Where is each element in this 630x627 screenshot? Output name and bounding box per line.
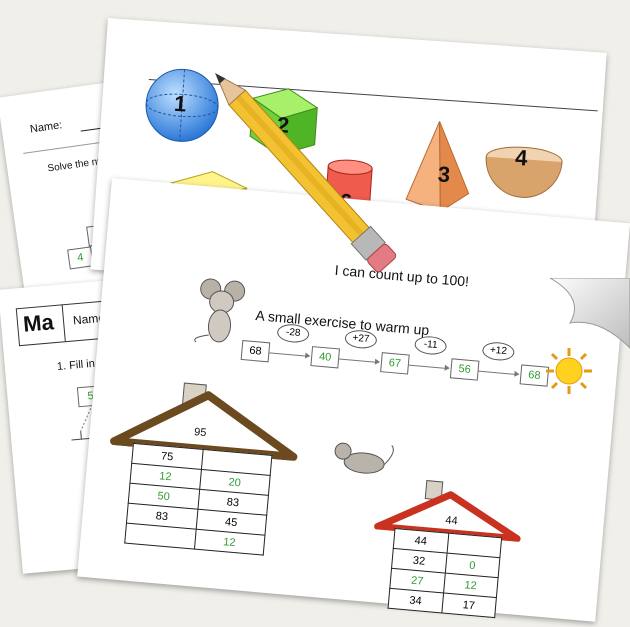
house-cell: 34 [388,588,443,613]
shape-number: 2 [276,112,290,139]
house-cell: 17 [441,593,496,618]
chain-result: 40 [310,346,340,368]
shape-number: 3 [437,161,451,188]
mouse-icon [190,274,256,349]
roof-value: 95 [194,426,207,439]
sun-icon [544,346,594,396]
shape-number: 1 [173,91,187,118]
chain-operation: +12 [482,341,515,362]
page-title: I can count up to 100! [334,262,470,290]
worksheet-front: I can count up to 100! A small exercise … [77,178,630,622]
chain-operation: -11 [414,335,447,356]
house-table-right: 44 320 2712 3417 [388,528,503,618]
house-table-left: 75 1220 5083 8345 12 [124,443,272,556]
logo-text: Ma [22,309,55,338]
chain-result: 56 [450,358,480,380]
chain-arrow [409,365,449,369]
chain-arrow [339,358,379,362]
chain-start: 68 [241,340,271,362]
name-label: Name: [29,119,63,135]
chain-arrow [479,371,519,375]
shape-number: 4 [514,145,528,172]
roof-value: 44 [445,514,458,527]
chain-result: 67 [380,352,410,374]
chain-arrow [269,352,309,356]
